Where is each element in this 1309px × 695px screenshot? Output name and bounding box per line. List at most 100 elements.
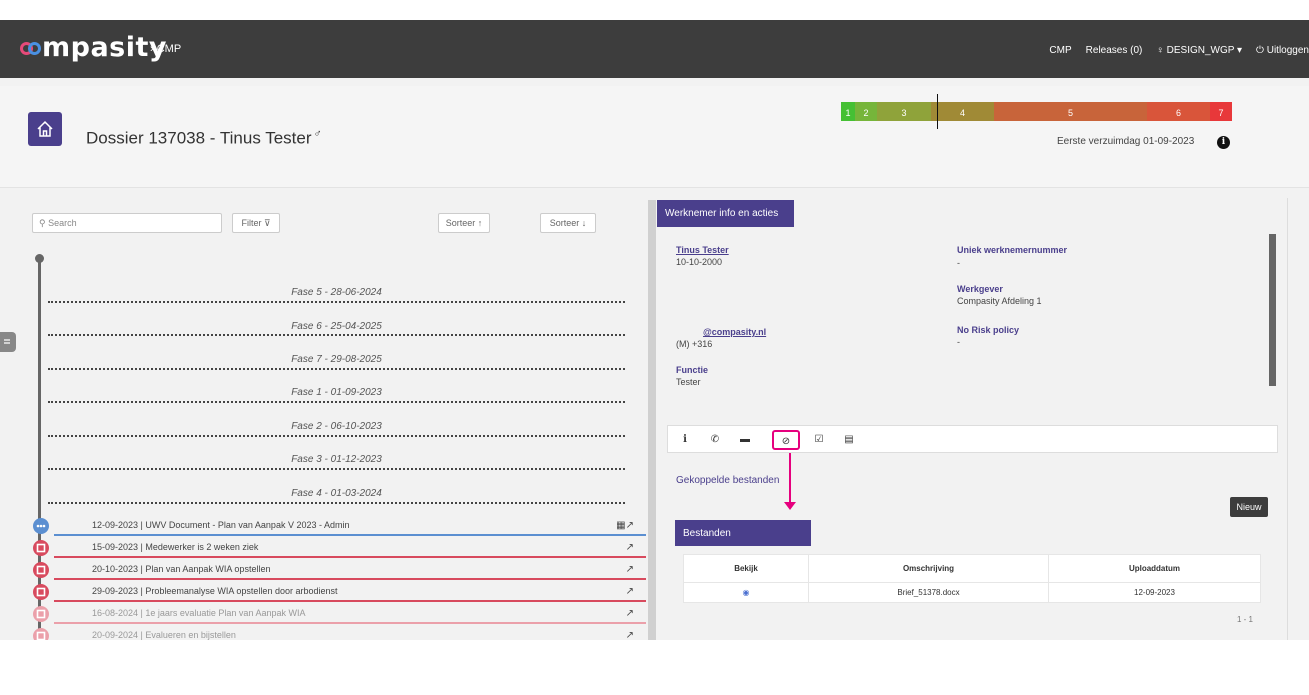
werknemer-panel: Werknemer info en acties Tinus Tester 10… [657,198,1287,640]
phase-progress-bar: 1 2 3 4 5 6 7 [841,102,1232,121]
nav-user-menu[interactable]: ♀ DESIGN_WGP ▾ [1156,45,1242,56]
employee-name-link[interactable]: Tinus Tester [676,245,729,255]
event-text: 15-09-2023 | Medewerker is 2 weken ziek [92,542,259,552]
event-text: 20-10-2023 | Plan van Aanpak WIA opstell… [92,564,271,574]
fase-divider [48,502,625,504]
timeline-event[interactable]: 29-09-2023 | Probleemanalyse WIA opstell… [54,582,646,602]
info-tab-icon[interactable]: i [674,430,696,450]
timeline-event[interactable]: 16-08-2024 | 1e jaars evaluatie Plan van… [54,604,646,624]
fase-label-2: Fase 2 - 06-10-2023 [291,421,382,432]
column-header-bekijk[interactable]: Bekijk [683,554,809,583]
tab-bestanden[interactable]: Bestanden [675,520,811,546]
side-menu-toggle[interactable] [0,332,16,352]
panel-divider[interactable] [648,200,656,640]
phase-segment-3[interactable]: 3 [877,102,931,121]
werkgever-label: Werkgever [957,284,1003,294]
fase-label-4: Fase 4 - 01-03-2024 [291,488,382,499]
fase-divider [48,401,625,403]
uniek-label: Uniek werknemernummer [957,245,1068,255]
phase-segment-5[interactable]: 5 [994,102,1147,121]
first-sick-day: Eerste verzuimdag 01-09-2023 [1057,136,1195,147]
new-file-button[interactable]: Nieuw [1230,497,1268,517]
timeline-start-dot [35,254,44,263]
search-input[interactable]: ⚲ Search [32,213,222,233]
top-navigation-bar: mpasity › CMP CMP Releases (0) ♀ DESIGN_… [0,20,1309,78]
fase-divider [48,301,625,303]
logo-rings-icon [20,42,42,56]
employee-phone: (M) +316 [676,339,713,349]
phase-segment-1[interactable]: 1 [841,102,855,121]
dossier-header: Dossier 137038 - Tinus Tester ♂ 1 2 3 4 5… [0,86,1309,188]
gender-icon: ♂ [313,128,322,140]
nav-logout-link[interactable]: ⏻ Uitloggen [1256,45,1309,56]
phase-segment-4[interactable]: 4 [931,102,994,121]
open-external-icon[interactable]: ↗ [626,542,634,553]
fase-label-7: Fase 7 - 29-08-2025 [291,354,382,365]
info-scrollbar[interactable] [1269,234,1276,386]
event-status-icon [33,628,49,640]
table-row[interactable]: ◉ Brief_51378.docx 12-09-2023 [683,582,1261,603]
page-title: Dossier 137038 - Tinus Tester ♂ [86,128,322,149]
home-button[interactable] [28,112,62,146]
files-table: Bekijk Omschrijving Uploaddatum ◉ Brief_… [683,554,1261,603]
tab-werknemer-info[interactable]: Werknemer info en acties [657,200,794,227]
app-breadcrumb[interactable]: › CMP [150,43,181,55]
timeline-event[interactable]: 20-10-2023 | Plan van Aanpak WIA opstell… [54,560,646,580]
timeline-event[interactable]: 15-09-2023 | Medewerker is 2 weken ziek ↗ [54,538,646,558]
column-header-uploaddatum[interactable]: Uploaddatum [1048,554,1261,583]
timeline-axis [38,256,41,640]
current-day-marker [937,94,938,129]
view-eye-icon[interactable]: ◉ [683,582,809,603]
uniek-value: - [957,258,960,268]
timeline-event[interactable]: 12-09-2023 | UWV Document - Plan van Aan… [54,516,646,536]
table-pager: 1 - 1 [1237,615,1254,624]
phase-segment-6[interactable]: 6 [1147,102,1210,121]
norisk-label: No Risk policy [957,325,1020,335]
sort-ascending-button[interactable]: Sorteer ↑ [438,213,490,233]
nav-releases-link[interactable]: Releases (0) [1086,45,1143,56]
column-header-omschrijving[interactable]: Omschrijving [808,554,1049,583]
open-external-icon[interactable]: ↗ [626,586,634,597]
top-nav-links: CMP Releases (0) ♀ DESIGN_WGP ▾ ⏻ Uitlog… [1049,45,1309,56]
checkbox-tab-icon[interactable]: ☑ [808,430,830,450]
norisk-value: - [957,337,960,347]
employee-email-link[interactable]: @compasity.nl [703,327,766,337]
filter-button[interactable]: Filter ⊽ [232,213,280,233]
employee-birthdate: 10-10-2000 [676,257,723,267]
app: mpasity › CMP CMP Releases (0) ♀ DESIGN_… [0,20,1309,640]
event-status-icon [33,584,49,600]
event-more-icon[interactable] [33,518,49,534]
chat-tab-icon[interactable]: ▬ [734,430,756,450]
nav-cmp-link[interactable]: CMP [1049,45,1071,56]
open-external-icon[interactable]: ↗ [626,564,634,575]
event-text: 16-08-2024 | 1e jaars evaluatie Plan van… [92,608,306,618]
phase-segment-7[interactable]: 7 [1210,102,1232,121]
timeline-event[interactable]: 20-09-2024 | Evalueren en bijstellen ↗ [54,626,646,640]
fase-label-5: Fase 5 - 28-06-2024 [291,287,382,298]
open-external-icon[interactable]: ↗ [626,630,634,640]
functie-value: Tester [676,377,701,387]
open-external-icon[interactable]: ↗ [626,608,634,619]
highlight-arrow [789,453,791,506]
highlight-arrow-head [784,502,796,510]
file-description: Brief_51378.docx [808,582,1049,603]
phone-tab-icon[interactable]: ✆ [704,430,726,450]
fase-label-1: Fase 1 - 01-09-2023 [291,387,382,398]
fase-divider [48,334,625,336]
phase-segment-2[interactable]: 2 [855,102,877,121]
sort-descending-button[interactable]: Sorteer ↓ [540,213,596,233]
timeline-panel: ⚲ Search Filter ⊽ Sorteer ↑ Sorteer ↓ Fa… [18,200,646,640]
calendar-open-icon[interactable]: ▦↗ [616,520,634,531]
info-icon[interactable]: i [1217,136,1230,149]
logo[interactable]: mpasity [20,32,167,63]
search-placeholder: Search [48,218,77,228]
fase-label-6: Fase 6 - 25-04-2025 [291,321,382,332]
event-status-icon [33,540,49,556]
archive-tab-icon[interactable]: ▤ [838,430,860,450]
right-edge [1287,198,1288,640]
functie-label: Functie [676,365,709,375]
paperclip-tab-icon[interactable]: ⊘ [772,430,800,450]
event-text: 20-09-2024 | Evalueren en bijstellen [92,630,236,640]
fase-label-3: Fase 3 - 01-12-2023 [291,454,382,465]
event-text: 29-09-2023 | Probleemanalyse WIA opstell… [92,586,338,596]
